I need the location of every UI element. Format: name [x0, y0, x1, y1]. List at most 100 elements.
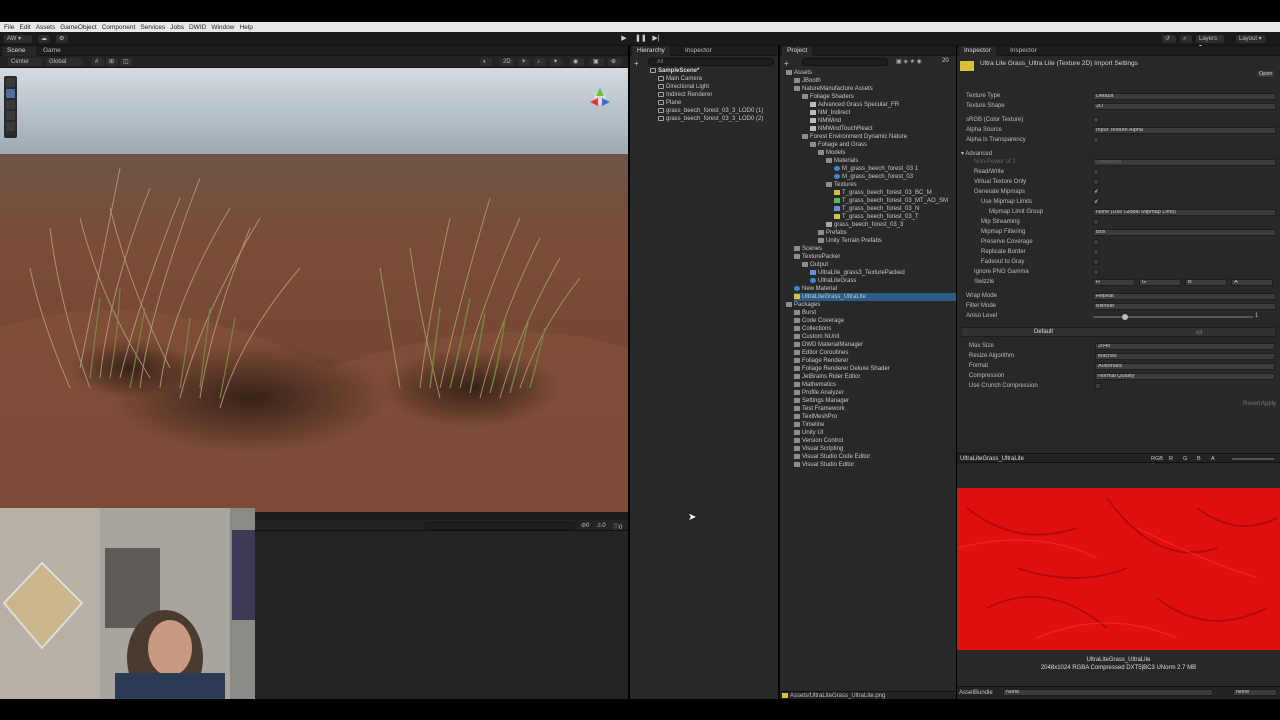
apply-button[interactable]: Apply [1261, 401, 1276, 407]
preview-g-button[interactable]: G [1183, 456, 1187, 462]
project-item[interactable]: Foliage and Grass [810, 141, 867, 149]
project-item[interactable]: Output [802, 261, 828, 269]
effects-icon[interactable]: ✦ [550, 58, 562, 66]
rect-tool-icon[interactable] [6, 122, 15, 131]
checkbox[interactable] [1093, 117, 1099, 123]
project-item[interactable]: T_grass_beech_forest_03_T [834, 213, 919, 221]
checkbox[interactable] [1093, 219, 1099, 225]
swizzle-dropdown[interactable]: B [1185, 279, 1227, 286]
tab-inspector[interactable]: Inspector [959, 46, 996, 56]
project-item[interactable]: Visual Studio Code Editor [794, 453, 870, 461]
hierarchy-item[interactable]: grass_beech_forest_03_3_LOD0 (2) [658, 115, 763, 123]
create-icon[interactable]: + [784, 59, 789, 68]
checkbox[interactable] [1093, 169, 1099, 175]
project-item[interactable]: Custom NUnit [794, 333, 839, 341]
project-item[interactable]: M_grass_beech_forest_03 1 [834, 165, 918, 173]
dropdown-field[interactable]: Bilinear [1093, 303, 1276, 310]
scene-root[interactable]: SampleScene* [650, 67, 699, 75]
toggle-2d-button[interactable]: 2D [500, 58, 514, 66]
checkbox[interactable] [1093, 137, 1099, 143]
hand-tool-icon[interactable] [6, 78, 15, 87]
hierarchy-item[interactable]: Main Camera [658, 75, 702, 83]
checkbox[interactable]: ✓ [1093, 189, 1099, 195]
menu-item-gameobject[interactable]: GameObject [60, 24, 97, 31]
project-item[interactable]: Scenes [794, 245, 822, 253]
lighting-icon[interactable]: ☀ [518, 58, 530, 66]
project-item[interactable]: Packages [786, 301, 820, 309]
swizzle-dropdown[interactable]: A [1231, 279, 1273, 286]
project-item[interactable]: T_grass_beech_forest_03_MT_AO_SM [834, 197, 948, 205]
project-item[interactable]: Visual Studio Editor [794, 461, 854, 469]
project-item[interactable]: Test Framework [794, 405, 845, 413]
scene-viewport[interactable] [0, 68, 628, 512]
project-item[interactable]: Materials [826, 157, 858, 165]
tab-game[interactable]: Game [38, 46, 70, 56]
project-item[interactable]: Mathematics [794, 381, 836, 389]
open-button[interactable]: Open [1257, 71, 1275, 77]
project-item[interactable]: NatureManufacture Assets [794, 85, 873, 93]
menu-item-assets[interactable]: Assets [36, 24, 56, 31]
advanced-foldout[interactable]: ▾ Advanced [961, 150, 992, 157]
checkbox[interactable] [1093, 259, 1099, 265]
swizzle-dropdown[interactable]: G [1139, 279, 1181, 286]
menu-item-window[interactable]: Window [211, 24, 234, 31]
dropdown-field[interactable]: Automatic [1095, 363, 1275, 370]
project-item[interactable]: TexturePacker [794, 253, 840, 261]
hierarchy-item[interactable]: grass_beech_forest_03_3_LOD0 (1) [658, 107, 763, 115]
swizzle-dropdown[interactable]: R [1093, 279, 1135, 286]
console-message-count[interactable]: ⓘ0 [613, 522, 622, 531]
menu-item-services[interactable]: Services [140, 24, 165, 31]
hierarchy-item[interactable]: Directional Light [658, 83, 709, 91]
menu-item-edit[interactable]: Edit [19, 24, 30, 31]
project-item[interactable]: Forest Environment Dynamic Nature [802, 133, 907, 141]
history-icon[interactable]: ↺ [1162, 35, 1176, 43]
asset-bundle-dropdown[interactable]: None [1003, 689, 1213, 696]
search-icon[interactable]: ⌕ [1180, 35, 1192, 43]
menu-item-help[interactable]: Help [239, 24, 252, 31]
grid-icon[interactable]: # [92, 58, 104, 66]
project-item[interactable]: Code Coverage [794, 317, 844, 325]
menu-item-component[interactable]: Component [102, 24, 136, 31]
revert-button[interactable]: Revert [1243, 401, 1261, 407]
project-item[interactable]: Settings Manager [794, 397, 849, 405]
dropdown-field[interactable]: Input Texture Alpha [1093, 127, 1276, 134]
checkbox[interactable] [1095, 383, 1101, 389]
preview-r-button[interactable]: R [1169, 456, 1173, 462]
dropdown-field[interactable]: Default [1093, 93, 1276, 100]
step-button[interactable]: ▶| [651, 35, 661, 43]
tab-inspector-left[interactable]: Inspector [680, 46, 717, 56]
visibility-icon[interactable]: ◉ [570, 58, 584, 66]
checkbox[interactable] [1093, 249, 1099, 255]
menu-item-dwid[interactable]: DWID [189, 24, 206, 31]
pause-button[interactable]: ❚❚ [635, 35, 647, 43]
console-error-count[interactable]: ⊘0 [581, 522, 589, 529]
dropdown-field[interactable]: Repeat [1093, 293, 1276, 300]
project-item[interactable]: T_grass_beech_forest_03_BC_M [834, 189, 932, 197]
project-item[interactable]: Timeline [794, 421, 824, 429]
tab-scene[interactable]: Scene [2, 46, 36, 56]
add-icon[interactable]: + [634, 59, 639, 68]
project-item[interactable]: Burst [794, 309, 816, 317]
aniso-slider[interactable] [1093, 316, 1253, 318]
console-search[interactable] [425, 522, 575, 530]
preview-channel[interactable]: RGB [1151, 456, 1163, 462]
texture-preview[interactable] [957, 488, 1280, 650]
project-item[interactable]: Profile Analyzer [794, 389, 844, 397]
aniso-slider-handle[interactable] [1122, 314, 1128, 320]
project-item[interactable]: NMWind [810, 117, 841, 125]
account-dropdown[interactable]: AW ▾ [4, 35, 32, 43]
layers-dropdown[interactable]: Layers ▾ [1196, 35, 1224, 50]
project-item[interactable]: Unity Terrain Prefabs [818, 237, 882, 245]
project-item[interactable]: JBooth [794, 77, 821, 85]
play-button[interactable]: ▶ [619, 35, 629, 43]
project-item[interactable]: Models [818, 149, 845, 157]
project-item[interactable]: UltraLiteGrass [810, 277, 856, 285]
tab-hierarchy[interactable]: Hierarchy [632, 46, 670, 56]
settings-icon[interactable]: ⚙ [56, 35, 68, 43]
project-item[interactable]: Unity UI [794, 429, 823, 437]
hierarchy-item[interactable]: Indirect Renderer [658, 91, 712, 99]
project-item[interactable]: Foliage Renderer [794, 357, 848, 365]
platform-tab-default[interactable]: Default [1034, 329, 1053, 335]
project-item[interactable]: grass_beech_forest_03_3 [826, 221, 903, 229]
audio-icon[interactable]: ♪ [534, 58, 546, 66]
